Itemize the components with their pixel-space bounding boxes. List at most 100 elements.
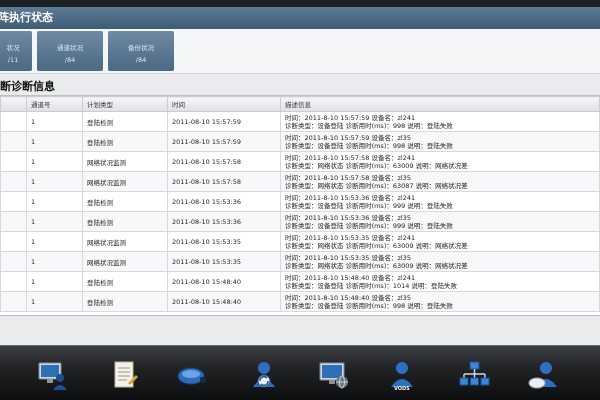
plan-type-cell: 网络状况监测	[82, 151, 168, 172]
description-line-1: 时间：2011-8-10 15:53:35 设备名：zl241	[285, 233, 416, 242]
description-cell: 时间：2011-8-10 15:53:36 设备名：zl241 诊断类型：设备登陆…	[280, 191, 600, 212]
status-card-value: /11	[7, 56, 19, 64]
time-cell: 2011-08-10 15:57:58	[167, 151, 281, 172]
channel-cell: 1	[26, 111, 83, 132]
document-icon[interactable]	[108, 359, 140, 391]
status-card-value: /84	[64, 56, 76, 64]
description-line-1: 时间：2011-8-10 15:48:40 设备名：zl35	[285, 293, 411, 302]
description-line-2: 诊断类型：设备登陆 诊断用时(ms)：999 说明：登陆失败	[285, 201, 453, 210]
plan-type-cell: 登陆检测	[82, 211, 168, 232]
panel-header: 阵执行状态	[0, 7, 600, 29]
status-card-backup[interactable]: 备份状况 /84	[108, 31, 174, 71]
status-card-value: /84	[135, 56, 147, 64]
plan-type-cell: 登陆检测	[82, 131, 168, 152]
table-row[interactable]: 1 网络状况监测 2011-08-10 15:57:58 时间：2011-8-10 1…	[0, 171, 600, 192]
description-line-2: 诊断类型：设备登陆 诊断用时(ms)：998 说明：登陆失败	[285, 121, 453, 130]
time-cell: 2011-08-10 15:53:35	[167, 231, 281, 252]
table-row[interactable]: 1 登陆检测 2011-08-10 15:57:59 时间：2011-8-10 15:…	[0, 131, 600, 152]
time-cell: 2011-08-10 15:57:59	[167, 131, 281, 152]
row-index-cell	[0, 271, 27, 292]
user-cloud-icon[interactable]	[528, 359, 560, 391]
table-row[interactable]: 1 网络状况监测 2011-08-10 15:53:35 时间：2011-8-10 1…	[0, 231, 600, 252]
column-header-channel[interactable]: 通道号	[26, 96, 83, 112]
table-header-row: 通道号 计划类型 时间 描述信息	[0, 96, 600, 112]
status-card-device[interactable]: 状况 /11	[0, 31, 32, 71]
plan-type-cell: 网络状况监测	[82, 231, 168, 252]
description-line-2: 诊断类型：设备登陆 诊断用时(ms)：998 说明：登陆失败	[285, 141, 453, 150]
time-cell: 2011-08-10 15:48:40	[167, 271, 281, 292]
row-index-cell	[0, 231, 27, 252]
row-index-cell	[0, 291, 27, 312]
description-line-1: 时间：2011-8-10 15:48:40 设备名：zl241	[285, 273, 416, 282]
status-card-title: 通道状况	[57, 44, 83, 52]
monitor-user-icon[interactable]	[36, 359, 68, 391]
table-row[interactable]: 1 登陆检测 2011-08-10 15:53:36 时间：2011-8-10 15:…	[0, 211, 600, 232]
row-index-cell	[0, 131, 27, 152]
description-line-2: 诊断类型：网络状态 诊断用时(ms)：63009 说明：网络状况差	[285, 241, 468, 250]
plan-type-cell: 登陆检测	[82, 291, 168, 312]
description-cell: 时间：2011-8-10 15:53:35 设备名：zl35 诊断类型：网络状态 …	[280, 251, 600, 272]
plan-type-cell: 登陆检测	[82, 191, 168, 212]
plan-type-cell: 登陆检测	[82, 111, 168, 132]
window-top-strip	[0, 0, 600, 7]
channel-cell: 1	[26, 151, 83, 172]
table-row[interactable]: 1 登陆检测 2011-08-10 15:57:59 时间：2011-8-10 15:…	[0, 111, 600, 132]
table-row[interactable]: 1 网络状况监测 2011-08-10 15:57:58 时间：2011-8-10 1…	[0, 151, 600, 172]
description-line-2: 诊断类型：网络状态 诊断用时(ms)：63087 说明：网络状况差	[285, 181, 468, 190]
description-line-2: 诊断类型：网络状态 诊断用时(ms)：63009 说明：网络状况差	[285, 261, 468, 270]
network-tree-icon[interactable]	[458, 359, 490, 391]
user-sync-icon[interactable]	[248, 359, 280, 391]
channel-cell: 1	[26, 171, 83, 192]
diagnosis-table: 通道号 计划类型 时间 描述信息 1 登陆检测 2011-08-10 15:57:5…	[0, 96, 600, 312]
time-cell: 2011-08-10 15:53:36	[167, 211, 281, 232]
description-line-1: 时间：2011-8-10 15:53:36 设备名：zl241	[285, 193, 416, 202]
row-index-cell	[0, 251, 27, 272]
time-cell: 2011-08-10 15:57:59	[167, 111, 281, 132]
description-cell: 时间：2011-8-10 15:57:59 设备名：zl35 诊断类型：设备登陆 …	[280, 131, 600, 152]
time-cell: 2011-08-10 15:48:40	[167, 291, 281, 312]
diagnosis-table-container: 通道号 计划类型 时间 描述信息 1 登陆检测 2011-08-10 15:57:5…	[0, 95, 600, 315]
status-card-title: 状况	[6, 44, 20, 52]
column-header-plan-type[interactable]: 计划类型	[82, 96, 168, 112]
description-line-2: 诊断类型：设备登陆 诊断用时(ms)：998 说明：登陆失败	[285, 301, 453, 310]
row-index-cell	[0, 211, 27, 232]
channel-cell: 1	[26, 131, 83, 152]
status-card-channel[interactable]: 通道状况 /84	[37, 31, 103, 71]
description-line-2: 诊断类型：设备登陆 诊断用时(ms)：999 说明：登陆失败	[285, 221, 453, 230]
row-index-cell	[0, 111, 27, 132]
plan-type-cell: 网络状况监测	[82, 251, 168, 272]
column-header-index[interactable]	[0, 96, 27, 112]
description-line-1: 时间：2011-8-10 15:57:59 设备名：zl35	[285, 133, 411, 142]
channel-cell: 1	[26, 211, 83, 232]
content-bottom-divider	[0, 315, 600, 316]
channel-cell: 1	[26, 191, 83, 212]
channel-cell: 1	[26, 291, 83, 312]
panel-title: 阵执行状态	[0, 11, 53, 24]
column-header-time[interactable]: 时间	[167, 96, 281, 112]
description-line-1: 时间：2011-8-10 15:53:35 设备名：zl35	[285, 253, 411, 262]
status-card-title: 备份状况	[128, 44, 154, 52]
table-row[interactable]: 1 登陆检测 2011-08-10 15:53:36 时间：2011-8-10 15:…	[0, 191, 600, 212]
description-cell: 时间：2011-8-10 15:48:40 设备名：zl35 诊断类型：设备登陆 …	[280, 291, 600, 312]
status-area: 状况 /11 通道状况 /84 备份状况 /84	[0, 29, 600, 74]
time-cell: 2011-08-10 15:57:58	[167, 171, 281, 192]
row-index-cell	[0, 191, 27, 212]
time-cell: 2011-08-10 15:53:35	[167, 251, 281, 272]
monitor-globe-icon[interactable]	[318, 359, 350, 391]
description-line-1: 时间：2011-8-10 15:57:58 设备名：zl241	[285, 153, 416, 162]
row-index-cell	[0, 151, 27, 172]
description-cell: 时间：2011-8-10 15:53:36 设备名：zl35 诊断类型：设备登陆 …	[280, 211, 600, 232]
column-header-description[interactable]: 描述信息	[280, 96, 600, 112]
description-line-1: 时间：2011-8-10 15:57:58 设备名：zl35	[285, 173, 411, 182]
table-row[interactable]: 1 登陆检测 2011-08-10 15:48:40 时间：2011-8-10 15:…	[0, 291, 600, 312]
description-cell: 时间：2011-8-10 15:57:58 设备名：zl35 诊断类型：网络状态 …	[280, 171, 600, 192]
camera-icon[interactable]	[176, 359, 208, 391]
plan-type-cell: 网络状况监测	[82, 171, 168, 192]
table-row[interactable]: 1 网络状况监测 2011-08-10 15:53:35 时间：2011-8-10 1…	[0, 251, 600, 272]
plan-type-cell: 登陆检测	[82, 271, 168, 292]
channel-cell: 1	[26, 271, 83, 292]
row-index-cell	[0, 171, 27, 192]
description-line-2: 诊断类型：设备登陆 诊断用时(ms)：1014 说明：登陆失败	[285, 281, 457, 290]
description-line-1: 时间：2011-8-10 15:53:36 设备名：zl35	[285, 213, 411, 222]
table-row[interactable]: 1 登陆检测 2011-08-10 15:48:40 时间：2011-8-10 15:…	[0, 271, 600, 292]
